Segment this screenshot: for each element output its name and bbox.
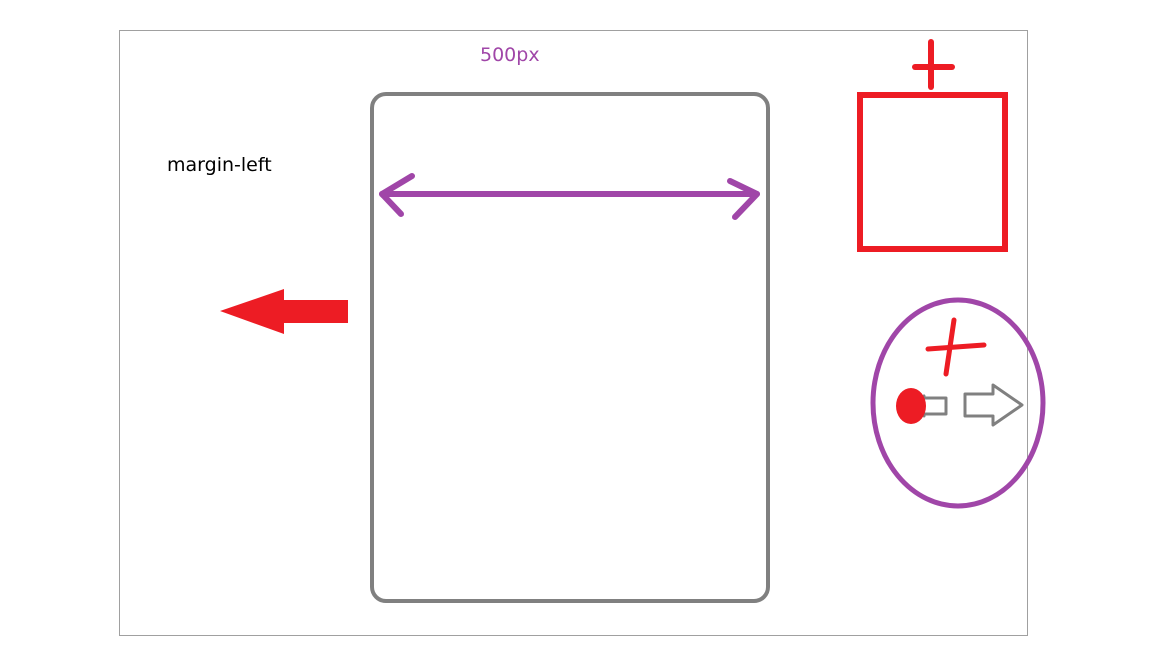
diagram-sketch <box>119 30 1046 636</box>
diagram-canvas: 500px margin-left <box>0 0 1152 648</box>
red-left-arrow-icon <box>220 289 348 334</box>
red-square <box>857 92 1008 252</box>
content-box <box>370 92 770 603</box>
plus-icon <box>925 317 987 377</box>
outline-right-arrow-icon <box>963 383 1024 427</box>
width-double-arrow-icon <box>379 173 760 220</box>
width-label: 500px <box>480 44 540 66</box>
red-dot-icon <box>896 388 926 424</box>
outer-frame <box>119 30 1028 636</box>
plus-icon <box>912 39 955 90</box>
margin-left-label: margin-left <box>167 154 272 176</box>
